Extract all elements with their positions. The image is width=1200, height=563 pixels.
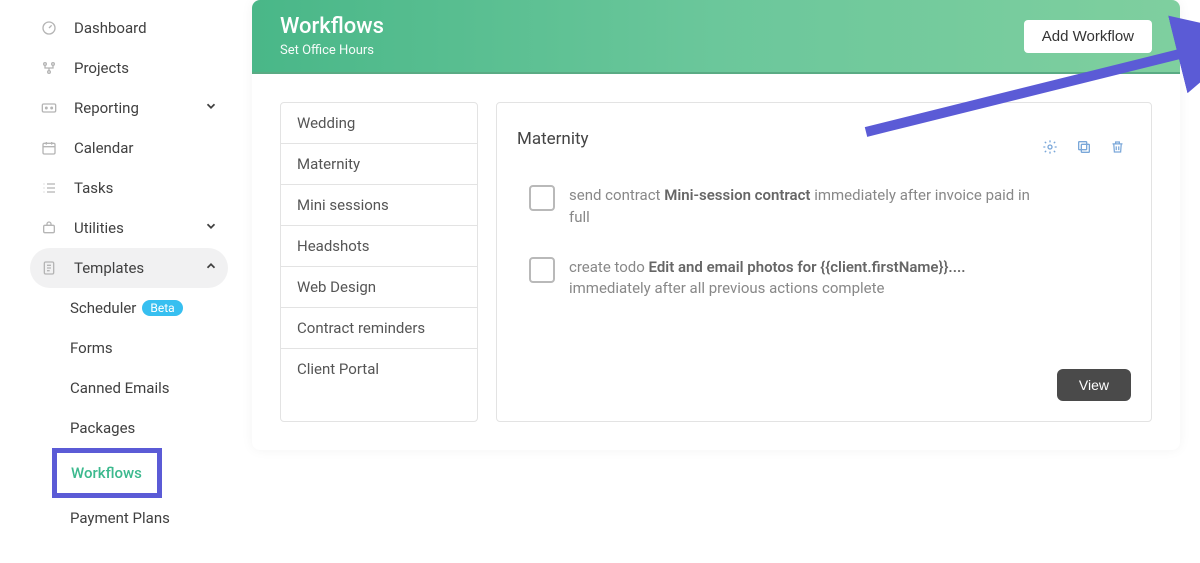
workflow-step: create todo Edit and email photos for {{… [529,257,1049,301]
sub-workflows[interactable]: Workflows [52,448,162,498]
add-workflow-button[interactable]: Add Workflow [1024,20,1152,53]
workflow-item[interactable]: Contract reminders [281,308,477,349]
nav-label: Reporting [74,99,139,117]
detail-toolbar [1042,139,1125,159]
sidebar: Dashboard Projects Reporting Calendar [0,0,246,563]
step-checkbox[interactable] [529,185,555,211]
nav-calendar[interactable]: Calendar [30,128,228,168]
nav-projects[interactable]: Projects [30,48,228,88]
nav-label: Templates [74,259,144,277]
chevron-down-icon [204,99,218,117]
nav-reporting[interactable]: Reporting [30,88,228,128]
tasks-icon [40,180,58,196]
nav-utilities[interactable]: Utilities [30,208,228,248]
workflow-item[interactable]: Client Portal [281,349,477,389]
workflow-step: send contract Mini-session contract imme… [529,185,1049,229]
sub-label: Canned Emails [70,379,170,397]
chevron-down-icon [204,219,218,237]
nav-dashboard[interactable]: Dashboard [30,8,228,48]
workflow-list: Wedding Maternity Mini sessions Headshot… [280,102,478,422]
sub-label: Payment Plans [70,509,170,527]
workflow-item[interactable]: Maternity [281,144,477,185]
dashboard-icon [40,20,58,36]
reporting-icon [40,101,58,115]
sub-label: Scheduler [70,299,136,317]
nav-tasks[interactable]: Tasks [30,168,228,208]
nav-label: Tasks [74,179,113,197]
step-text: create todo Edit and email photos for {{… [569,257,1049,301]
step-checkbox[interactable] [529,257,555,283]
workflows-panel: Workflows Set Office Hours Add Workflow … [252,0,1180,450]
gear-icon[interactable] [1042,139,1058,159]
step-text: send contract Mini-session contract imme… [569,185,1049,229]
workflow-item[interactable]: Mini sessions [281,185,477,226]
page-subtitle[interactable]: Set Office Hours [280,43,384,58]
workflow-item[interactable]: Headshots [281,226,477,267]
sub-forms[interactable]: Forms [64,328,228,368]
sub-packages[interactable]: Packages [64,408,228,448]
workflow-item[interactable]: Web Design [281,267,477,308]
workflow-detail: Maternity [496,102,1152,422]
utilities-icon [40,220,58,236]
sub-payment-plans[interactable]: Payment Plans [64,498,228,538]
panel-header: Workflows Set Office Hours Add Workflow [252,0,1180,74]
sub-label: Workflows [71,464,142,482]
workflow-item[interactable]: Wedding [281,103,477,144]
beta-badge: Beta [142,300,182,316]
sub-canned-emails[interactable]: Canned Emails [64,368,228,408]
nav-label: Calendar [74,139,134,157]
templates-sublist: Scheduler Beta Forms Canned Emails Packa… [64,288,228,538]
templates-icon [40,260,58,276]
nav-templates[interactable]: Templates [30,248,228,288]
trash-icon[interactable] [1110,139,1125,159]
duplicate-icon[interactable] [1076,139,1092,159]
nav-label: Projects [74,59,129,77]
detail-title: Maternity [517,129,589,149]
main-area: Workflows Set Office Hours Add Workflow … [246,0,1200,563]
sub-label: Packages [70,419,135,437]
panel-body: Wedding Maternity Mini sessions Headshot… [252,74,1180,450]
sub-scheduler[interactable]: Scheduler Beta [64,288,228,328]
view-button[interactable]: View [1057,369,1131,401]
chevron-up-icon [204,259,218,277]
page-title: Workflows [280,14,384,39]
nav-label: Dashboard [74,19,147,37]
calendar-icon [40,140,58,156]
sub-label: Forms [70,339,113,357]
nav-label: Utilities [74,219,124,237]
projects-icon [40,60,58,76]
